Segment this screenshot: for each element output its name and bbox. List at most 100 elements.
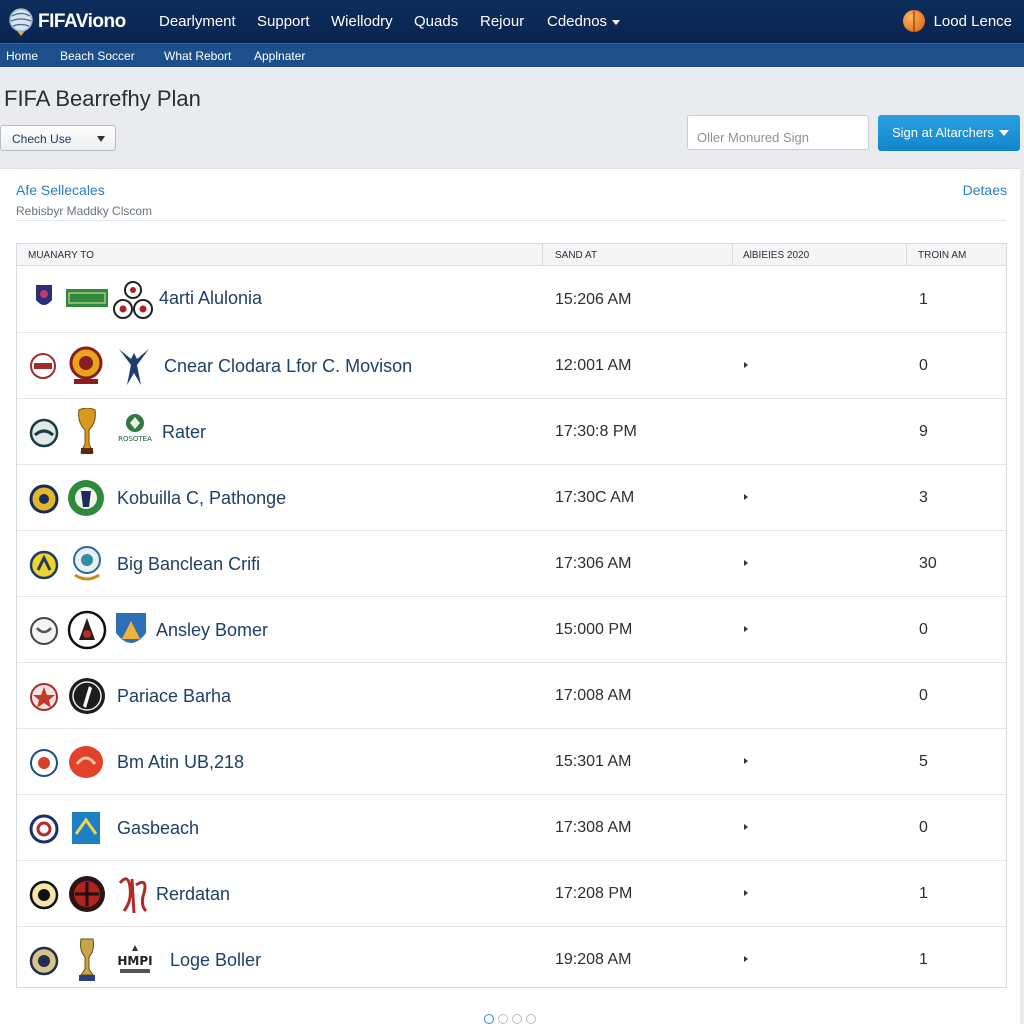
column-divider <box>906 244 907 266</box>
play-arrow-icon[interactable] <box>744 494 748 500</box>
match-time: 17:30:8 PM <box>555 423 637 440</box>
play-arrow-icon[interactable] <box>744 362 748 368</box>
crest-emblem-icon: HMPI <box>117 945 153 973</box>
team-name[interactable]: Kobuilla C, Pathonge <box>117 488 286 509</box>
fifa-globe-icon <box>9 7 33 36</box>
shield-crest-icon <box>72 812 100 844</box>
match-time: 15:301 AM <box>555 753 632 770</box>
crest-emblem-text: HMPI <box>117 954 152 968</box>
match-time: 17:008 AM <box>555 687 632 704</box>
column-header-count[interactable]: TROIN AM <box>918 250 966 261</box>
table-row[interactable]: Ansley Bomer 15:000 PM 0 <box>17 597 1006 663</box>
match-count: 0 <box>919 687 928 704</box>
nav-item-rejour[interactable]: Rejour <box>480 13 524 30</box>
team-name[interactable]: Cnear Clodara Lfor C. Movison <box>164 356 412 377</box>
chevron-down-icon <box>97 136 105 142</box>
sign-button-label: Sign at Altarchers <box>892 125 994 140</box>
secondary-navigation-bar: Home Beach Soccer What Rebort Applnater <box>0 43 1024 67</box>
table-row[interactable]: ROSOTEA Rater 17:30:8 PM 9 <box>17 399 1006 465</box>
login-button[interactable]: Lood Lence <box>902 10 1012 32</box>
table-row[interactable]: HMPI Loge Boller 19:208 AM 1 <box>17 927 1006 993</box>
play-arrow-icon[interactable] <box>744 560 748 566</box>
club-emblem-icon <box>69 746 103 778</box>
page-dot[interactable] <box>512 1014 522 1024</box>
page-title: FIFA Bearrefhy Plan <box>4 86 201 111</box>
soccer-balls-icon <box>113 281 153 319</box>
nav-item-cdednos-dropdown[interactable]: Cdednos <box>547 13 621 30</box>
table-row[interactable]: 4arti Alulonia 15:206 AM 1 <box>17 267 1006 333</box>
search-input[interactable] <box>687 115 869 150</box>
match-count: 1 <box>919 885 928 902</box>
team-name[interactable]: Big Banclean Crifi <box>117 554 260 575</box>
top-navigation-bar: FIFAViono Dearlyment Support Wiellodry Q… <box>0 0 1024 43</box>
team-name[interactable]: 4arti Alulonia <box>159 288 262 309</box>
team-name[interactable]: Rerdatan <box>156 884 230 905</box>
table-row[interactable]: Cnear Clodara Lfor C. Movison 12:001 AM … <box>17 333 1006 399</box>
club-emblem-icon <box>29 880 59 910</box>
play-arrow-icon[interactable] <box>744 890 748 896</box>
table-row[interactable]: Gasbeach 17:308 AM 0 <box>17 795 1006 861</box>
panel-subheading: Rebisbyr Maddky Clscom <box>16 204 153 218</box>
team-name[interactable]: Pariace Barha <box>117 686 231 707</box>
club-emblem-icon <box>30 353 56 379</box>
nav-item-quads[interactable]: Quads <box>414 13 458 30</box>
match-time: 17:30C AM <box>555 489 635 506</box>
play-arrow-icon[interactable] <box>744 626 748 632</box>
column-header-ablies[interactable]: AlBIEIES 2020 <box>743 250 809 261</box>
play-arrow-icon[interactable] <box>744 824 748 830</box>
club-emblem-icon <box>73 546 101 581</box>
details-link[interactable]: Detaes <box>963 182 1007 198</box>
club-emblem-icon <box>29 550 59 580</box>
match-count: 5 <box>919 753 928 770</box>
subnav-item-what-rebort[interactable]: What Rebort <box>164 49 231 63</box>
nav-item-dearlyment[interactable]: Dearlyment <box>159 13 236 30</box>
table-row[interactable]: Big Banclean Crifi 17:306 AM 30 <box>17 531 1006 597</box>
club-emblem-icon <box>67 610 107 650</box>
table-row[interactable]: Rerdatan 17:208 PM 1 <box>17 861 1006 927</box>
sign-at-altarchers-button[interactable]: Sign at Altarchers <box>878 115 1020 151</box>
trophy-icon <box>78 408 96 454</box>
table-row[interactable]: Kobuilla C, Pathonge 17:30C AM 3 <box>17 465 1006 531</box>
match-time: 12:001 AM <box>555 357 632 374</box>
filter-select[interactable]: Chech Use <box>0 125 116 151</box>
logo[interactable]: FIFAViono <box>8 7 158 37</box>
team-name[interactable]: Bm Atin UB,218 <box>117 752 244 773</box>
team-name[interactable]: Ansley Bomer <box>156 620 268 641</box>
column-header-time[interactable]: SAND AT <box>555 250 597 261</box>
club-emblem-icon <box>69 346 103 384</box>
wings-emblem-icon <box>119 349 149 385</box>
schedule-panel: Afe Sellecales Rebisbyr Maddky Clscom De… <box>0 168 1020 1024</box>
subnav-item-applnater[interactable]: Applnater <box>254 49 305 63</box>
club-emblem-icon <box>29 484 59 514</box>
crest-emblem-text: ROSOTEA <box>118 435 152 443</box>
team-name[interactable]: Gasbeach <box>117 818 199 839</box>
schedule-table: MUANARY TO SAND AT AlBIEIES 2020 TROIN A… <box>16 243 1007 988</box>
club-emblem-icon <box>30 749 58 777</box>
play-arrow-icon[interactable] <box>744 758 748 764</box>
club-emblem-icon <box>69 678 105 714</box>
shield-crest-icon <box>116 613 146 643</box>
table-row[interactable]: Pariace Barha 17:008 AM 0 <box>17 663 1006 729</box>
chevron-down-icon <box>612 19 621 25</box>
flourish-emblem-icon <box>118 877 148 914</box>
match-count: 30 <box>919 555 937 572</box>
table-row[interactable]: Bm Atin UB,218 15:301 AM 5 <box>17 729 1006 795</box>
star-emblem-icon <box>30 683 58 711</box>
nav-item-support[interactable]: Support <box>257 13 310 30</box>
page-dot[interactable] <box>526 1014 536 1024</box>
page-dot[interactable] <box>498 1014 508 1024</box>
team-name[interactable]: Rater <box>162 422 206 443</box>
play-arrow-icon[interactable] <box>744 956 748 962</box>
team-name[interactable]: Loge Boller <box>170 950 261 971</box>
subnav-item-home[interactable]: Home <box>6 49 38 63</box>
match-count: 1 <box>919 951 928 968</box>
nav-item-wiellodry[interactable]: Wiellodry <box>331 13 393 30</box>
login-label: Lood Lence <box>933 12 1012 30</box>
shield-crest-icon <box>36 285 52 305</box>
match-count: 9 <box>919 423 928 440</box>
panel-heading[interactable]: Afe Sellecales <box>16 182 105 198</box>
club-emblem-icon <box>69 876 105 912</box>
column-header-team[interactable]: MUANARY TO <box>28 250 94 261</box>
subnav-item-beach-soccer[interactable]: Beach Soccer <box>60 49 135 63</box>
page-dot[interactable] <box>484 1014 494 1024</box>
